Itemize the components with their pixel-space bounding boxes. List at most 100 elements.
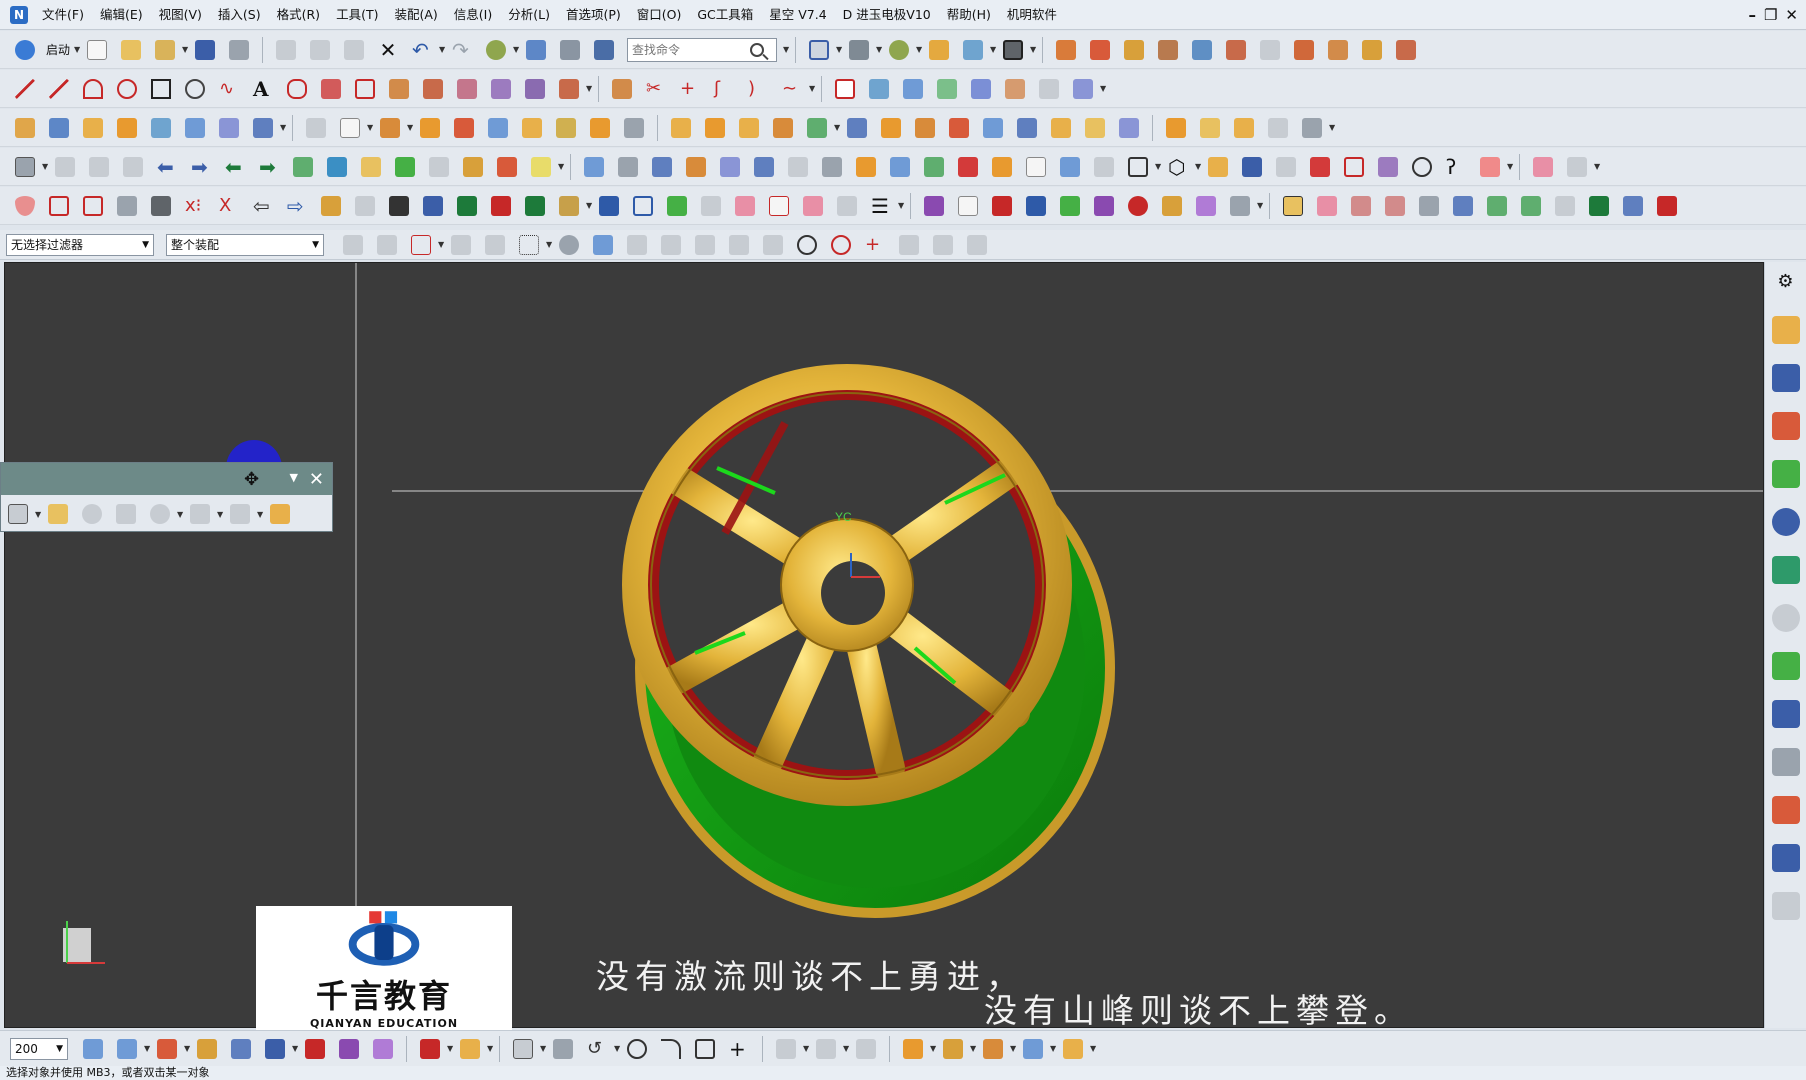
- nodes-icon[interactable]: [731, 192, 759, 220]
- selection-scope-dropdown[interactable]: 整个装配 ▼: [166, 233, 324, 256]
- emboss-icon[interactable]: [1115, 114, 1143, 142]
- web-browser-icon[interactable]: [1771, 508, 1800, 536]
- chevron-down-icon[interactable]: ▼: [558, 153, 564, 181]
- chevron-down-icon[interactable]: ▼: [843, 1035, 849, 1063]
- motion-icon[interactable]: [812, 1035, 840, 1063]
- move-component-icon[interactable]: [1154, 36, 1182, 64]
- chevron-down-icon[interactable]: ▼: [834, 114, 840, 142]
- menu-gc-toolbox[interactable]: GC工具箱: [689, 0, 761, 30]
- edit-object-icon[interactable]: [522, 36, 550, 64]
- layer-icon[interactable]: [925, 36, 953, 64]
- book-icon[interactable]: [249, 114, 277, 142]
- open-folder-icon[interactable]: [117, 36, 145, 64]
- stack-lines-icon[interactable]: [419, 192, 447, 220]
- tag-icon[interactable]: [555, 192, 583, 220]
- cube-yellow-icon[interactable]: [357, 153, 385, 181]
- box-orange-icon[interactable]: [899, 1035, 927, 1063]
- curve-edit-icon[interactable]: [608, 75, 636, 103]
- select-all-icon[interactable]: [481, 231, 509, 259]
- snap-intersection-icon[interactable]: [725, 231, 753, 259]
- bridge-curve-icon[interactable]: [351, 75, 379, 103]
- cube-wire-purple-icon[interactable]: [1192, 192, 1220, 220]
- dots-icon[interactable]: [186, 500, 214, 528]
- hexagon-icon[interactable]: ⬡: [1164, 153, 1192, 181]
- arrow-forward-icon[interactable]: ⇨: [283, 192, 311, 220]
- roles-icon[interactable]: [1771, 796, 1800, 824]
- chevron-down-icon[interactable]: ▼: [1010, 1035, 1016, 1063]
- synchronous-icon[interactable]: [1162, 114, 1190, 142]
- line-tool-icon[interactable]: [45, 75, 73, 103]
- bookmark-icon[interactable]: [1279, 192, 1307, 220]
- ejector-icon[interactable]: [750, 153, 778, 181]
- resize-face-icon[interactable]: [1298, 114, 1326, 142]
- insert-icon[interactable]: [716, 153, 744, 181]
- xyz-icon[interactable]: [85, 153, 113, 181]
- wcs-icon[interactable]: [153, 1035, 181, 1063]
- offset-face-icon[interactable]: [877, 114, 905, 142]
- chevron-down-icon[interactable]: ▼: [184, 1035, 190, 1063]
- chevron-down-icon[interactable]: ▼: [35, 500, 41, 528]
- n-sided-icon[interactable]: [1001, 75, 1029, 103]
- menu-electrode[interactable]: D 进玉电极V10: [835, 0, 939, 30]
- menu-info[interactable]: 信息(I): [446, 0, 500, 30]
- project-curve-icon[interactable]: [317, 75, 345, 103]
- eraser-pink-icon[interactable]: [1529, 153, 1557, 181]
- export-icon[interactable]: [323, 153, 351, 181]
- grid-icon[interactable]: [112, 500, 140, 528]
- menu-xingkong[interactable]: 星空 V7.4: [761, 0, 834, 30]
- pointer-icon[interactable]: [44, 500, 72, 528]
- csys-red-icon[interactable]: [301, 1035, 329, 1063]
- revolve-icon[interactable]: [79, 114, 107, 142]
- chevron-down-icon[interactable]: ▼: [809, 75, 815, 103]
- distance-icon[interactable]: [456, 1035, 484, 1063]
- cube-part-icon[interactable]: [226, 500, 254, 528]
- print-icon[interactable]: [225, 36, 253, 64]
- cube-gray-icon[interactable]: [1226, 192, 1254, 220]
- step-path-red-icon[interactable]: [487, 192, 515, 220]
- frame-icon[interactable]: [1022, 153, 1050, 181]
- user-icon[interactable]: [78, 500, 106, 528]
- electrode-icon[interactable]: [988, 153, 1016, 181]
- cylinder-icon[interactable]: [416, 114, 444, 142]
- wrench-icon[interactable]: [266, 500, 294, 528]
- filter-reset-icon[interactable]: [339, 231, 367, 259]
- history-icon[interactable]: [1771, 556, 1800, 584]
- helix-icon[interactable]: [181, 75, 209, 103]
- snap-arc-icon[interactable]: [759, 231, 787, 259]
- chevron-down-icon[interactable]: ▼: [439, 36, 445, 64]
- chevron-down-icon[interactable]: ▼: [930, 1035, 936, 1063]
- chevron-down-icon[interactable]: ▼: [1594, 153, 1600, 181]
- divide-curve-icon[interactable]: [419, 75, 447, 103]
- clearance-icon[interactable]: [1358, 36, 1386, 64]
- snap-face-icon[interactable]: [929, 231, 957, 259]
- redo-icon[interactable]: ↷: [448, 36, 476, 64]
- chevron-down-icon[interactable]: ▼: [74, 36, 80, 64]
- menu-jiming[interactable]: 机明软件: [999, 0, 1065, 30]
- point-set-icon[interactable]: [1306, 153, 1334, 181]
- inspect-icon[interactable]: [772, 1035, 800, 1063]
- snap-grid-icon[interactable]: [963, 231, 991, 259]
- minimize-icon[interactable]: –: [1748, 6, 1756, 24]
- u-channel-icon[interactable]: [1238, 153, 1266, 181]
- chevron-down-icon[interactable]: ▼: [586, 192, 592, 220]
- chevron-down-icon[interactable]: ▼: [876, 36, 882, 64]
- split-icon[interactable]: +: [676, 75, 704, 103]
- i-beam-icon[interactable]: [1204, 153, 1232, 181]
- scale-body-icon[interactable]: [1047, 114, 1075, 142]
- tray-icon[interactable]: [1158, 192, 1186, 220]
- form-icon[interactable]: [765, 192, 793, 220]
- ruler-icon[interactable]: [852, 153, 880, 181]
- rectangle-icon[interactable]: [147, 75, 175, 103]
- door-icon[interactable]: [697, 192, 725, 220]
- pattern-icon[interactable]: [1188, 36, 1216, 64]
- chevron-down-icon[interactable]: ▼: [144, 1035, 150, 1063]
- edge-blend-icon[interactable]: [911, 114, 939, 142]
- clock-icon[interactable]: [1771, 604, 1800, 632]
- command-search[interactable]: [627, 37, 778, 62]
- chevron-down-icon[interactable]: ▼: [367, 114, 373, 142]
- process-icon[interactable]: [1771, 700, 1800, 728]
- arrow-back-icon[interactable]: ⇦: [249, 192, 277, 220]
- curve-arrow-icon[interactable]: [317, 192, 345, 220]
- sketch-icon[interactable]: [11, 114, 39, 142]
- patch-icon[interactable]: [1069, 75, 1097, 103]
